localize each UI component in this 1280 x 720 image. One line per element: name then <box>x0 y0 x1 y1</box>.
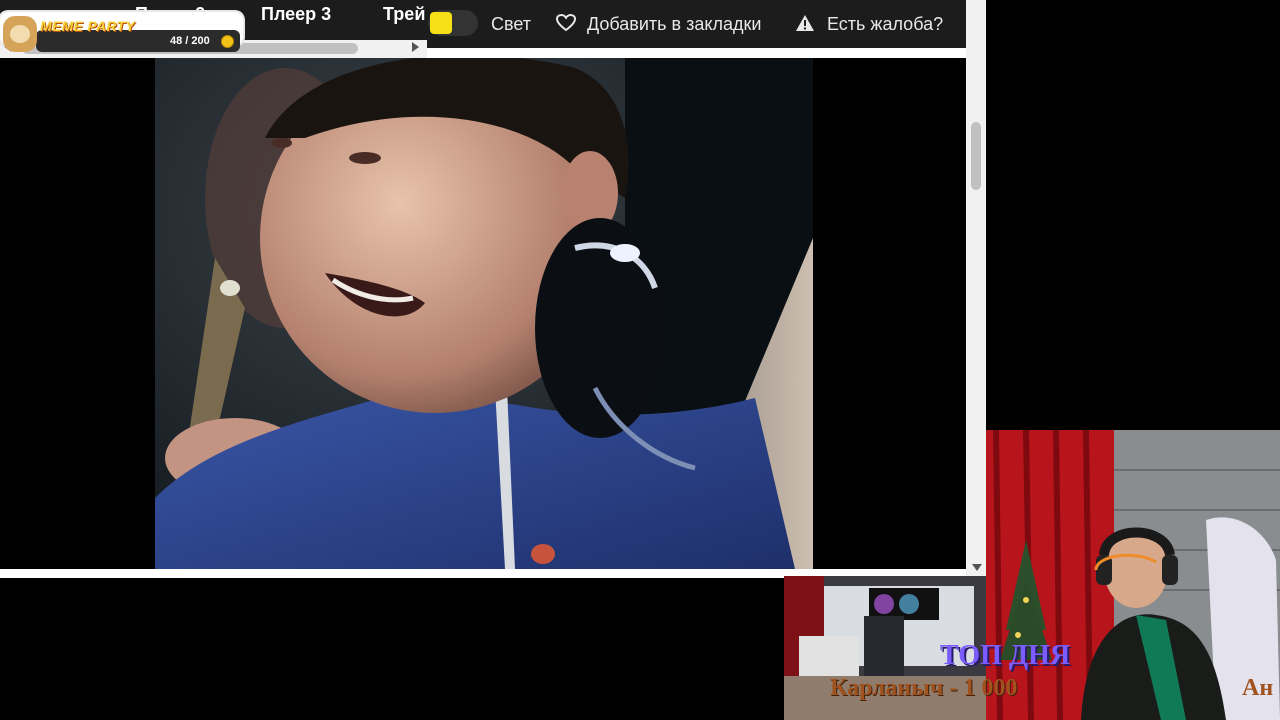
scroll-right-icon[interactable] <box>412 42 419 52</box>
streamer-webcam <box>986 430 1280 720</box>
coin-icon <box>221 35 234 48</box>
tab-player-3[interactable]: Плеер 3 <box>261 4 331 25</box>
page-scrollbar-track[interactable] <box>966 0 986 578</box>
top-donor-entry: Карланыч - 1 000 <box>830 675 1018 701</box>
webcam-image <box>986 430 1280 720</box>
light-toggle-knob <box>430 12 452 34</box>
scroll-down-icon[interactable] <box>972 564 982 571</box>
tab-trailer[interactable]: Трей <box>383 4 425 25</box>
meme-party-widget[interactable]: MEME PARTY 48 / 200 <box>0 12 243 52</box>
video-still-image <box>155 58 813 569</box>
browser-window: Плеер 2 Плеер 3 Трей MEME PARTY 48 / 200… <box>0 0 986 578</box>
warning-icon[interactable] <box>795 14 815 32</box>
overlay-name-fragment: Ан <box>1242 675 1274 701</box>
page-scrollbar-thumb[interactable] <box>971 122 981 190</box>
bookmark-button[interactable]: Добавить в закладки <box>587 14 761 35</box>
light-label[interactable]: Свет <box>491 14 531 35</box>
meme-progress-text: 48 / 200 <box>170 35 210 47</box>
doge-icon <box>3 16 37 52</box>
video-frame[interactable] <box>155 58 813 569</box>
meme-party-title: MEME PARTY <box>40 18 136 34</box>
top-of-day-label: ТОП ДНЯ <box>940 640 1071 671</box>
report-button[interactable]: Есть жалоба? <box>827 14 943 35</box>
heart-icon[interactable] <box>556 14 576 32</box>
